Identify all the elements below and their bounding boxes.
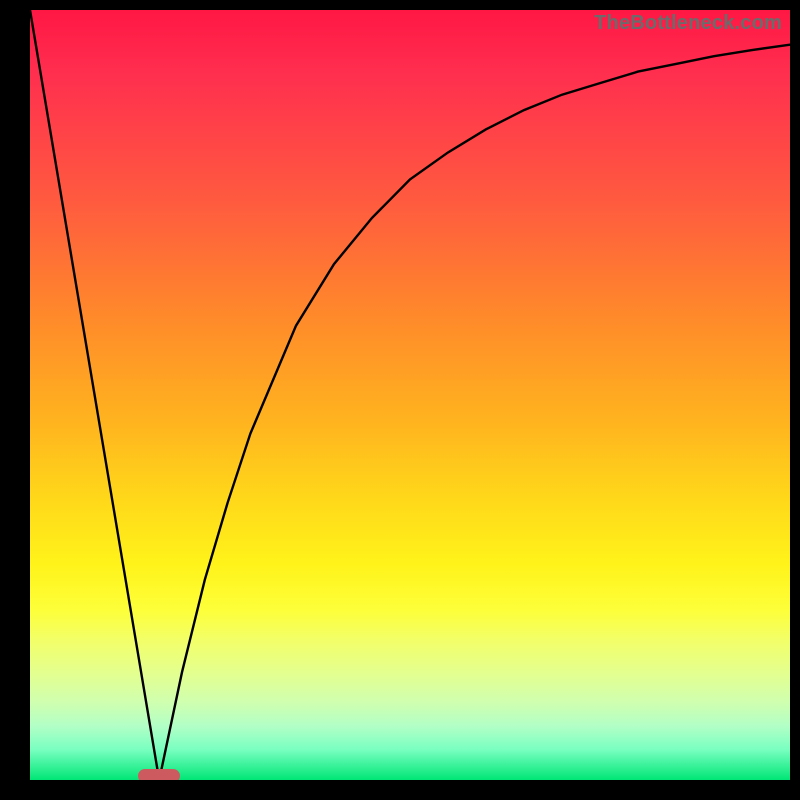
bottleneck-curve — [30, 10, 790, 780]
plot-area: TheBottleneck.com — [30, 10, 790, 780]
chart-frame: TheBottleneck.com — [0, 0, 800, 800]
optimal-point-marker — [138, 769, 180, 780]
curve-path — [30, 10, 790, 780]
